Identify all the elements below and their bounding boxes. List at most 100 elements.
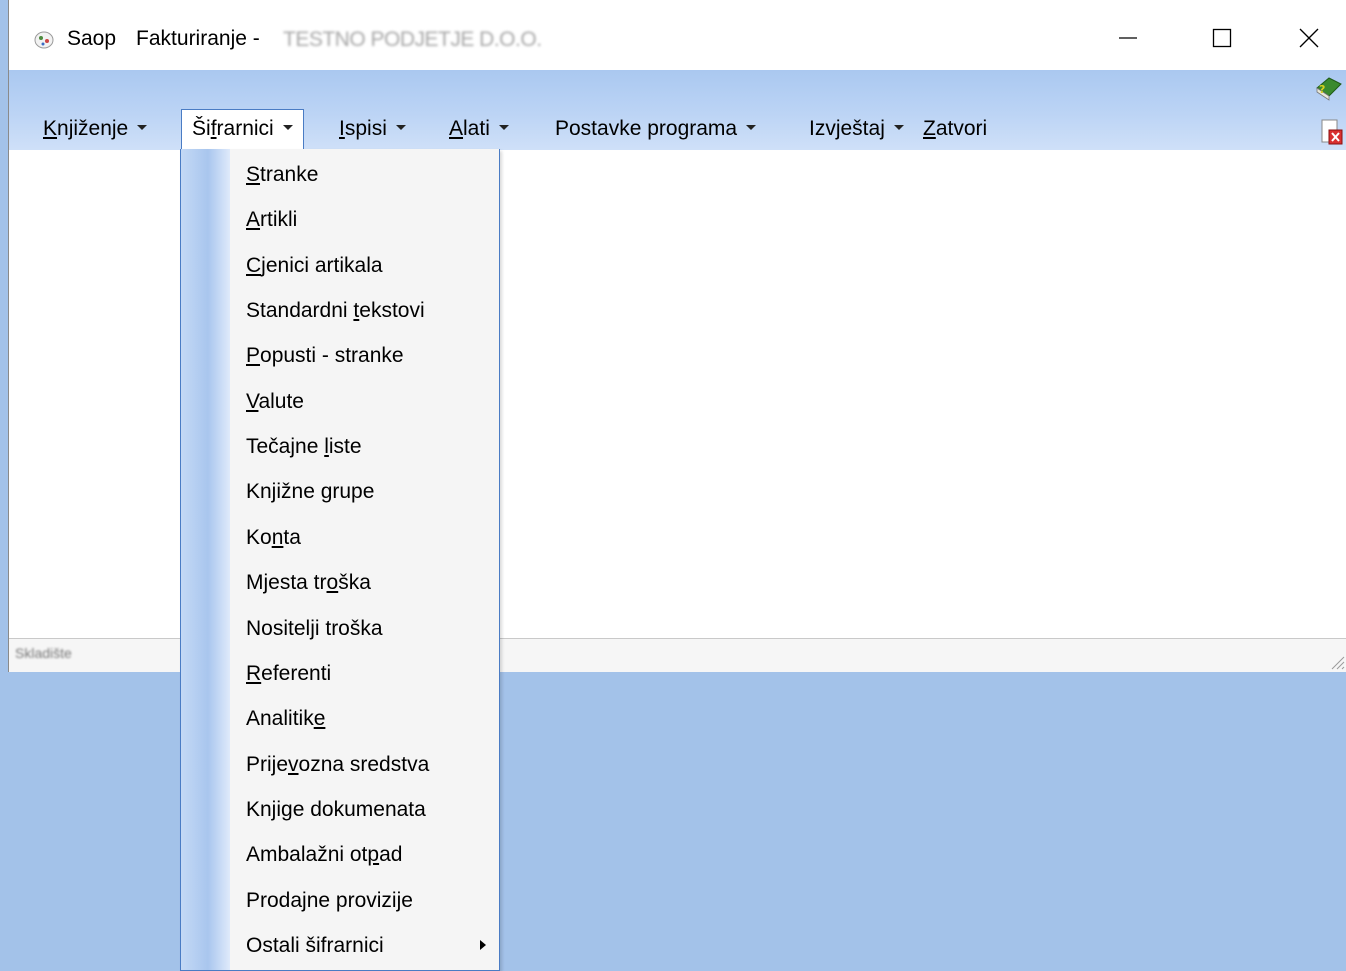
dropdown-arrow-icon — [498, 124, 509, 130]
dropdown-arrow-icon — [746, 124, 757, 130]
item-label-post: jenici artikala — [261, 254, 383, 277]
menu-icon-strip — [181, 149, 230, 970]
menu-item-tecajne-liste[interactable]: Tečajne liste — [230, 424, 500, 469]
dropdown-arrow-icon — [893, 124, 904, 130]
menu-item-ambalazni-otpad[interactable]: Ambalažni otpad — [230, 832, 500, 877]
window-title-module: Fakturiranje - — [136, 27, 260, 50]
menu-item-standardni-tekstovi[interactable]: Standardni tekstovi — [230, 288, 500, 333]
help-book-icon[interactable]: ? — [1313, 74, 1343, 102]
item-label-post: iste — [328, 435, 362, 458]
menu-item-referenti[interactable]: Referenti — [230, 651, 500, 696]
menu-label-pre: Postavke programa — [555, 117, 738, 140]
menu-item-valute[interactable]: Valute — [230, 379, 500, 424]
item-label-post: eferenti — [261, 662, 332, 685]
svg-text:?: ? — [1319, 83, 1325, 96]
menu-item-prodajne-provizije[interactable]: Prodajne provizije — [230, 878, 500, 923]
menu-bar: Knjiženje Šifrarnici Ispisi Alati Postav… — [9, 70, 1346, 150]
dropdown-arrow-icon — [137, 124, 148, 130]
menu-sifrarnici[interactable]: Šifrarnici — [181, 109, 304, 149]
item-label-post: opusti - stranke — [260, 344, 404, 367]
item-label-post: ozna sredstva — [298, 753, 430, 776]
item-label-accel: n — [271, 526, 284, 549]
item-label-accel: S — [246, 163, 261, 186]
menu-label-post: spisi — [344, 117, 387, 140]
menu-label-post: rarnici — [216, 117, 274, 140]
window-title-app: Saop — [67, 27, 117, 50]
item-label-pre: Analitik — [246, 707, 314, 730]
item-label-pre: Knji — [246, 798, 282, 821]
item-label-post: e dokumenata — [292, 798, 426, 821]
item-label-post: tranke — [260, 163, 319, 186]
item-label-accel: C — [246, 254, 262, 277]
item-label-post: rtikli — [260, 208, 298, 231]
menu-item-ostali-sifrarnici[interactable]: Ostali šifrarnici — [230, 923, 500, 968]
menu-label-post: atvori — [935, 117, 988, 140]
item-label-accel: R — [246, 662, 262, 685]
maximize-button[interactable] — [1199, 18, 1245, 58]
item-label-post: ad — [379, 843, 403, 866]
sifrarnici-dropdown-menu: Stranke Artikli Cjenici artikala Standar… — [180, 149, 500, 971]
menu-knjizenje[interactable]: Knjiženje — [33, 110, 157, 148]
item-label-accel: e — [313, 707, 326, 730]
close-button[interactable] — [1286, 18, 1332, 58]
item-label-accel: o — [326, 571, 339, 594]
menu-label-pre: Izvještaj — [809, 117, 885, 140]
item-label-pre: Nositelji troška — [246, 617, 383, 640]
item-label-accel: V — [246, 390, 259, 413]
close-icon — [1299, 28, 1319, 48]
menu-item-prijevozna-sredstva[interactable]: Prijevozna sredstva — [230, 742, 500, 787]
maximize-icon — [1212, 28, 1232, 48]
item-label-pre: Ko — [246, 526, 272, 549]
menu-item-mjesta-troska[interactable]: Mjesta troška — [230, 560, 500, 605]
submenu-arrow-icon — [480, 940, 486, 950]
window-title: Saop Fakturiranje - — [67, 24, 280, 54]
item-label-accel: g — [281, 798, 293, 821]
menu-label-pre: Ši — [192, 117, 211, 140]
menu-zatvori[interactable]: Zatvori — [913, 110, 997, 148]
dropdown-arrow-icon — [282, 124, 293, 130]
menu-izvjestaj[interactable]: Izvještaj — [799, 110, 914, 148]
menu-item-knjige-dokumenata[interactable]: Knjige dokumenata — [230, 787, 500, 832]
title-bar[interactable]: Saop Fakturiranje - TESTNO PODJETJE D.O.O… — [9, 0, 1346, 70]
item-label-pre: Prodajne provizije — [246, 889, 413, 912]
menu-item-stranke[interactable]: Stranke — [230, 152, 500, 197]
menu-item-cjenici-artikala[interactable]: Cjenici artikala — [230, 243, 500, 288]
item-label-pre: Mjesta tr — [246, 571, 327, 594]
item-label-accel: P — [246, 344, 261, 367]
menu-label-post: njiženje — [57, 117, 129, 140]
item-label-pre: Prije — [246, 753, 289, 776]
menu-item-nositelji-troska[interactable]: Nositelji troška — [230, 606, 500, 651]
menu-item-konta[interactable]: Konta — [230, 515, 500, 560]
menu-label-accel: Z — [923, 117, 936, 140]
resize-grip-icon[interactable] — [1329, 654, 1345, 670]
menu-alati[interactable]: Alati — [439, 110, 519, 148]
item-label-accel: v — [288, 753, 299, 776]
item-label-pre: Ostali šifrarnici — [246, 934, 384, 957]
item-label-pre: Knjižne grupe — [246, 480, 375, 503]
minimize-button[interactable] — [1105, 18, 1151, 58]
item-label-pre: Tečajne — [246, 435, 325, 458]
window-title-company: TESTNO PODJETJE D.O.O. — [283, 28, 542, 51]
item-label-post: ta — [283, 526, 301, 549]
menu-label-accel: A — [449, 117, 464, 140]
menu-postavke-programa[interactable]: Postavke programa — [545, 110, 766, 148]
menu-ispisi[interactable]: Ispisi — [329, 110, 416, 148]
menu-item-knjizne-grupe[interactable]: Knjižne grupe — [230, 469, 500, 514]
item-label-post: ška — [338, 571, 371, 594]
item-label-pre: Standardni — [246, 299, 354, 322]
minimize-icon — [1119, 37, 1137, 39]
close-document-icon[interactable] — [1319, 118, 1343, 146]
app-icon — [34, 31, 54, 49]
menu-label-accel: K — [43, 117, 58, 140]
menu-item-popusti-stranke[interactable]: Popusti - stranke — [230, 333, 500, 378]
item-label-pre: Ambalažni ot — [246, 843, 368, 866]
menu-item-analitike[interactable]: Analitike — [230, 696, 500, 741]
menu-label-post: lati — [463, 117, 490, 140]
item-label-accel: p — [367, 843, 380, 866]
item-label-post: alute — [258, 390, 304, 413]
status-text: Skladište — [15, 645, 72, 661]
menu-item-artikli[interactable]: Artikli — [230, 197, 500, 242]
dropdown-arrow-icon — [395, 124, 406, 130]
item-label-post: ekstovi — [359, 299, 425, 322]
item-label-accel: A — [246, 208, 261, 231]
